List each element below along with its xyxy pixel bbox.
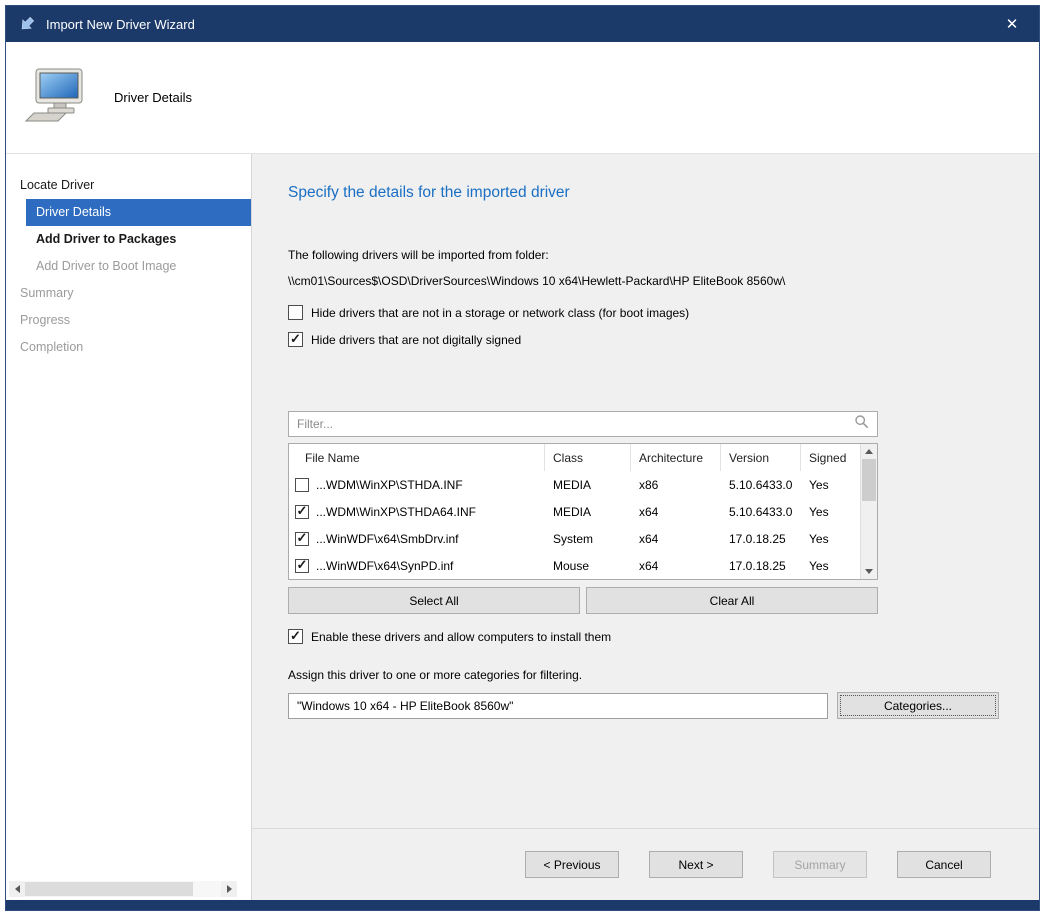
categories-row: "Windows 10 x64 - HP EliteBook 8560w" Ca… bbox=[288, 692, 999, 719]
import-folder-label: The following drivers will be imported f… bbox=[288, 248, 999, 262]
driver-table: File Name Class Architecture Version Sig… bbox=[288, 443, 878, 580]
row-architecture: x64 bbox=[631, 532, 721, 546]
selection-buttons-row: Select All Clear All bbox=[288, 587, 878, 614]
table-row[interactable]: ...WDM\WinXP\STHDA.INF MEDIA x86 5.10.64… bbox=[289, 471, 860, 498]
row-file-name: ...WinWDF\x64\SynPD.inf bbox=[316, 559, 453, 573]
row-checkbox[interactable] bbox=[295, 559, 309, 573]
window-title: Import New Driver Wizard bbox=[46, 17, 987, 32]
clear-all-button[interactable]: Clear All bbox=[586, 587, 878, 614]
nav-item-summary: Summary bbox=[6, 280, 251, 307]
column-header-class[interactable]: Class bbox=[545, 444, 631, 471]
scrollbar-thumb[interactable] bbox=[862, 459, 876, 501]
scrollbar-track[interactable] bbox=[25, 881, 221, 897]
scroll-up-icon[interactable] bbox=[861, 444, 877, 459]
enable-drivers-checkbox[interactable] bbox=[288, 629, 303, 644]
row-class: MEDIA bbox=[545, 478, 631, 492]
nav-item-add-driver-to-boot-image: Add Driver to Boot Image bbox=[6, 253, 251, 280]
row-signed: Yes bbox=[801, 478, 860, 492]
column-header-file-name[interactable]: File Name bbox=[289, 444, 545, 471]
titlebar: Import New Driver Wizard ✕ bbox=[6, 6, 1039, 42]
row-version: 5.10.6433.0 bbox=[721, 478, 801, 492]
row-file-name: ...WDM\WinXP\STHDA64.INF bbox=[316, 505, 476, 519]
row-file-name: ...WDM\WinXP\STHDA.INF bbox=[316, 478, 463, 492]
table-row[interactable]: ...WinWDF\x64\SynPD.inf Mouse x64 17.0.1… bbox=[289, 552, 860, 579]
column-header-version[interactable]: Version bbox=[721, 444, 801, 471]
wizard-footer: < Previous Next > Summary Cancel bbox=[252, 828, 1039, 900]
import-folder-path: \\cm01\Sources$\OSD\DriverSources\Window… bbox=[288, 274, 999, 288]
scroll-right-icon[interactable] bbox=[221, 881, 237, 897]
close-icon[interactable]: ✕ bbox=[997, 6, 1027, 42]
hide-storage-checkbox[interactable] bbox=[288, 305, 303, 320]
row-checkbox[interactable] bbox=[295, 505, 309, 519]
filter-field[interactable] bbox=[288, 411, 878, 437]
hide-unsigned-checkbox-label: Hide drivers that are not digitally sign… bbox=[311, 333, 521, 347]
row-signed: Yes bbox=[801, 532, 860, 546]
driver-table-header: File Name Class Architecture Version Sig… bbox=[289, 444, 860, 471]
scrollbar-track[interactable] bbox=[861, 459, 877, 564]
table-row[interactable]: ...WinWDF\x64\SmbDrv.inf System x64 17.0… bbox=[289, 525, 860, 552]
column-header-signed[interactable]: Signed bbox=[801, 444, 860, 471]
table-row[interactable]: ...WDM\WinXP\STHDA64.INF MEDIA x64 5.10.… bbox=[289, 498, 860, 525]
sidebar-horizontal-scrollbar[interactable] bbox=[9, 881, 237, 897]
row-architecture: x86 bbox=[631, 478, 721, 492]
cancel-button[interactable]: Cancel bbox=[897, 851, 991, 878]
enable-drivers-checkbox-row: Enable these drivers and allow computers… bbox=[288, 629, 999, 644]
row-checkbox[interactable] bbox=[295, 532, 309, 546]
categories-label: Assign this driver to one or more catego… bbox=[288, 668, 999, 682]
categories-button[interactable]: Categories... bbox=[837, 692, 999, 719]
scroll-down-icon[interactable] bbox=[861, 564, 877, 579]
select-all-button[interactable]: Select All bbox=[288, 587, 580, 614]
row-file-name: ...WinWDF\x64\SmbDrv.inf bbox=[316, 532, 458, 546]
column-header-architecture[interactable]: Architecture bbox=[631, 444, 721, 471]
page-title: Specify the details for the imported dri… bbox=[288, 184, 999, 202]
hide-unsigned-checkbox[interactable] bbox=[288, 332, 303, 347]
scroll-left-icon[interactable] bbox=[9, 881, 25, 897]
summary-button: Summary bbox=[773, 851, 867, 878]
next-button[interactable]: Next > bbox=[649, 851, 743, 878]
wizard-header: Driver Details bbox=[6, 42, 1039, 154]
wizard-arrow-icon bbox=[18, 15, 36, 33]
filter-input[interactable] bbox=[297, 417, 854, 431]
enable-drivers-checkbox-label: Enable these drivers and allow computers… bbox=[311, 630, 611, 644]
hide-storage-checkbox-row: Hide drivers that are not in a storage o… bbox=[288, 305, 999, 320]
row-architecture: x64 bbox=[631, 559, 721, 573]
search-icon bbox=[854, 414, 869, 434]
hide-unsigned-checkbox-row: Hide drivers that are not digitally sign… bbox=[288, 332, 999, 347]
row-architecture: x64 bbox=[631, 505, 721, 519]
row-checkbox[interactable] bbox=[295, 478, 309, 492]
scrollbar-thumb[interactable] bbox=[25, 882, 193, 896]
row-version: 17.0.18.25 bbox=[721, 559, 801, 573]
wizard-content: Specify the details for the imported dri… bbox=[252, 154, 1039, 900]
row-class: Mouse bbox=[545, 559, 631, 573]
row-class: System bbox=[545, 532, 631, 546]
wizard-nav: Locate Driver Driver Details Add Driver … bbox=[6, 154, 252, 900]
row-class: MEDIA bbox=[545, 505, 631, 519]
computer-icon bbox=[24, 67, 86, 128]
window-bottom-edge bbox=[6, 900, 1039, 910]
nav-item-progress: Progress bbox=[6, 307, 251, 334]
nav-item-locate-driver: Locate Driver bbox=[6, 172, 251, 199]
page-header-title: Driver Details bbox=[114, 90, 192, 105]
previous-button[interactable]: < Previous bbox=[525, 851, 619, 878]
categories-value-field: "Windows 10 x64 - HP EliteBook 8560w" bbox=[288, 693, 828, 719]
nav-item-add-driver-to-packages: Add Driver to Packages bbox=[6, 226, 251, 253]
row-signed: Yes bbox=[801, 505, 860, 519]
wizard-window: Import New Driver Wizard ✕ Driver Detail… bbox=[5, 5, 1040, 911]
row-version: 17.0.18.25 bbox=[721, 532, 801, 546]
row-version: 5.10.6433.0 bbox=[721, 505, 801, 519]
row-signed: Yes bbox=[801, 559, 860, 573]
table-vertical-scrollbar[interactable] bbox=[860, 444, 877, 579]
nav-item-driver-details: Driver Details bbox=[26, 199, 251, 226]
hide-storage-checkbox-label: Hide drivers that are not in a storage o… bbox=[311, 306, 689, 320]
nav-item-completion: Completion bbox=[6, 334, 251, 361]
